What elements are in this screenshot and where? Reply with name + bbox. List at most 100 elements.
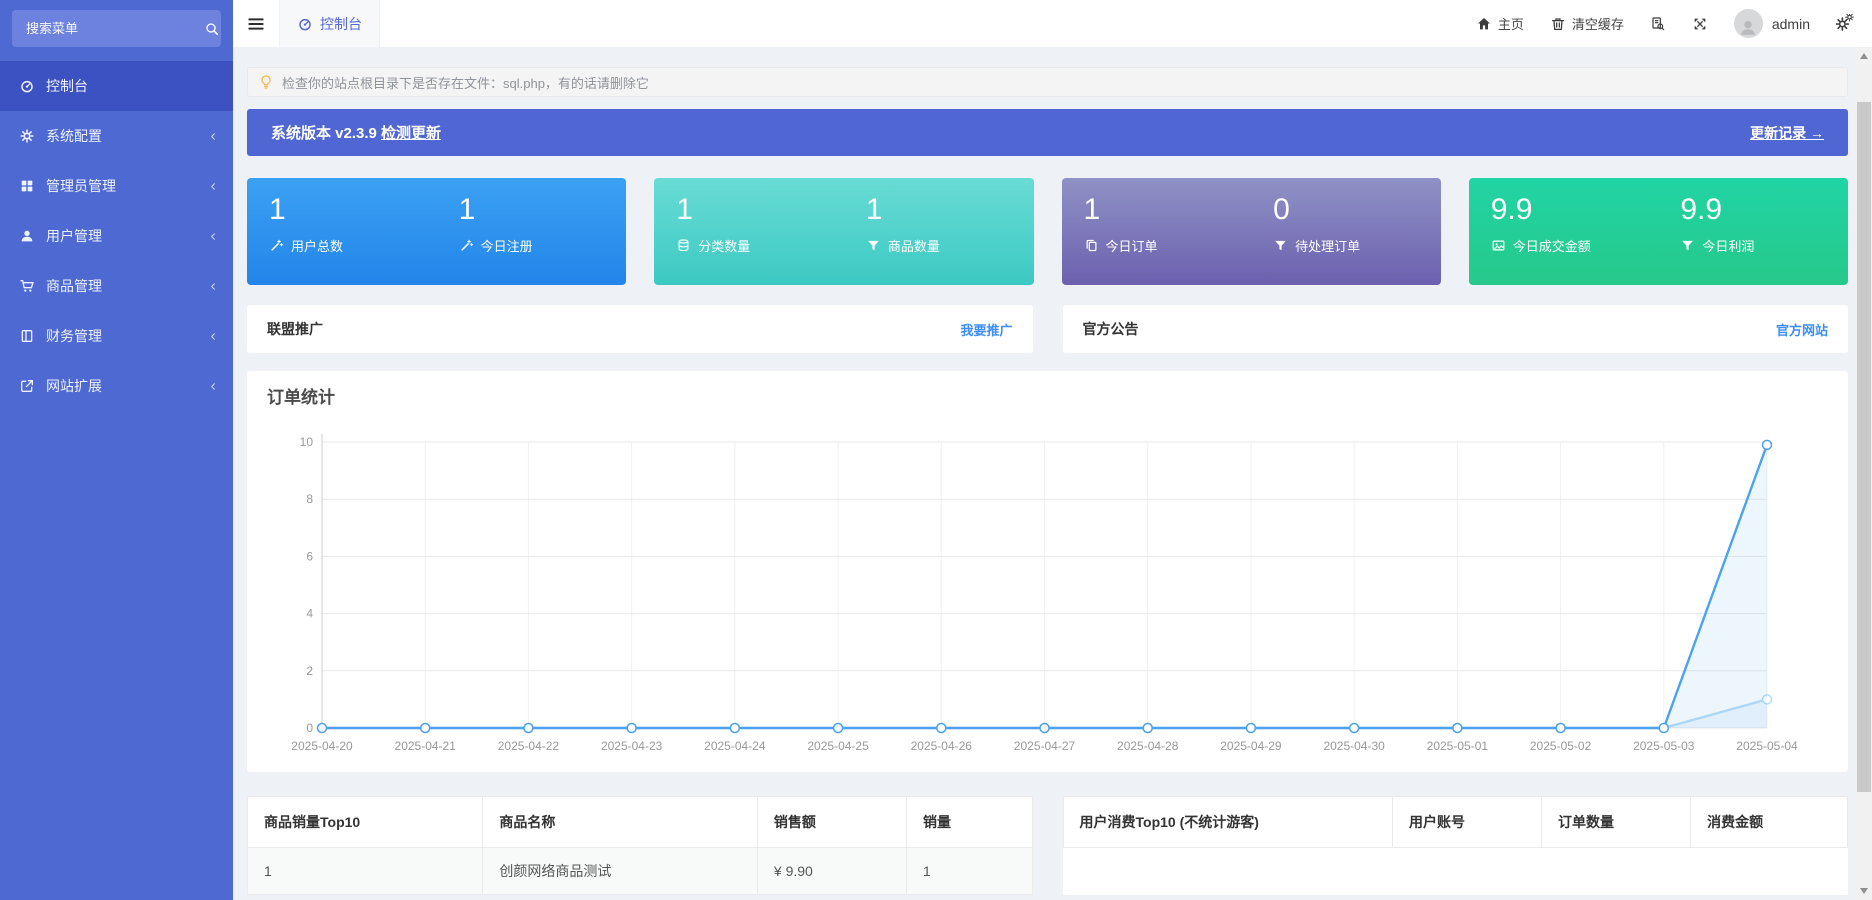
sidebar-item-label: 用户管理 xyxy=(46,226,197,246)
avatar xyxy=(1734,9,1763,38)
sidebar-item-3[interactable]: 管理员管理 xyxy=(0,161,233,211)
search-icon[interactable] xyxy=(204,21,220,37)
table-row: 1创颜网络商品测试¥ 9.901 xyxy=(248,848,1033,895)
stat-value: 1 xyxy=(459,193,627,227)
gears-icon xyxy=(19,128,35,144)
trash-icon xyxy=(1550,16,1566,32)
user-name: admin xyxy=(1772,16,1810,32)
svg-text:2025-05-04: 2025-05-04 xyxy=(1736,739,1798,753)
stat: 1 今日注册 xyxy=(437,178,627,285)
panel-title: 官方公告 xyxy=(1083,319,1139,339)
stat-label: 今日利润 xyxy=(1702,236,1754,255)
funnel-icon xyxy=(866,238,881,253)
svg-text:2025-04-26: 2025-04-26 xyxy=(911,739,973,753)
panel-title: 联盟推广 xyxy=(267,319,323,339)
update-history-link[interactable]: 更新记录 → xyxy=(1750,125,1824,141)
tab-label: 控制台 xyxy=(320,14,362,34)
check-update-link[interactable]: 检测更新 xyxy=(381,125,441,142)
stat-value: 1 xyxy=(1084,193,1252,227)
sidebar-item-2[interactable]: 系统配置 xyxy=(0,111,233,161)
home-button-label: 主页 xyxy=(1498,14,1524,33)
sidebar-item-label: 网站扩展 xyxy=(46,376,197,396)
stat-label: 今日订单 xyxy=(1106,236,1158,255)
svg-text:2: 2 xyxy=(306,664,313,678)
column-header: 用户消费Top10 (不统计游客) xyxy=(1063,797,1392,848)
svg-text:2025-05-01: 2025-05-01 xyxy=(1427,739,1489,753)
quick-panels: 联盟推广 我要推广 官方公告 官方网站 xyxy=(247,305,1848,353)
table-cell: ¥ 9.90 xyxy=(757,848,906,895)
external-link-icon xyxy=(19,378,35,394)
panel-link[interactable]: 官方网站 xyxy=(1776,320,1828,339)
user-consumption-table: 用户消费Top10 (不统计游客)用户账号订单数量消费金额 xyxy=(1063,796,1849,848)
stat-label: 分类数量 xyxy=(698,236,750,255)
topbar-actions: 主页 清空缓存 admin xyxy=(1476,0,1872,47)
tab-dashboard[interactable]: 控制台 xyxy=(279,0,380,47)
sidebar-item-6[interactable]: 财务管理 xyxy=(0,311,233,361)
version-info: 系统版本 v2.3.9 检测更新 xyxy=(271,122,441,143)
vertical-scrollbar[interactable] xyxy=(1856,47,1872,900)
svg-text:2025-04-28: 2025-04-28 xyxy=(1117,739,1179,753)
sidebar-toggle-button[interactable] xyxy=(233,0,279,47)
svg-text:2025-04-20: 2025-04-20 xyxy=(291,739,353,753)
log-button[interactable] xyxy=(1650,16,1666,32)
stat-label: 今日注册 xyxy=(481,236,533,255)
svg-text:2025-05-02: 2025-05-02 xyxy=(1530,739,1592,753)
svg-text:8: 8 xyxy=(306,492,313,506)
scroll-down-arrow[interactable] xyxy=(1856,884,1872,898)
alert-text: 检查你的站点根目录下是否存在文件：sql.php，有的话请删除它 xyxy=(282,73,649,92)
column-header: 订单数量 xyxy=(1542,797,1691,848)
stat-label: 用户总数 xyxy=(291,236,343,255)
chevron-left-icon xyxy=(208,231,219,242)
sidebar-item-7[interactable]: 网站扩展 xyxy=(0,361,233,411)
stat-value: 0 xyxy=(1273,193,1441,227)
svg-text:2025-04-23: 2025-04-23 xyxy=(601,739,663,753)
stat-value: 1 xyxy=(676,193,844,227)
sidebar-item-label: 控制台 xyxy=(46,76,219,96)
stat-card-1: 1 用户总数 1 今日注册 xyxy=(247,178,626,285)
panel-2: 官方公告 官方网站 xyxy=(1063,305,1849,353)
table-cell: 1 xyxy=(906,848,1032,895)
settings-button[interactable] xyxy=(1836,14,1856,34)
sidebar-item-1[interactable]: 控制台 xyxy=(0,61,233,111)
svg-text:2025-04-29: 2025-04-29 xyxy=(1220,739,1282,753)
stat-value: 1 xyxy=(269,193,437,227)
sidebar-menu: 控制台系统配置管理员管理用户管理商品管理财务管理网站扩展 xyxy=(0,61,233,411)
panel-link[interactable]: 我要推广 xyxy=(960,320,1012,339)
funnel-icon xyxy=(1273,238,1288,253)
chevron-left-icon xyxy=(208,281,219,292)
svg-text:2025-04-27: 2025-04-27 xyxy=(1014,739,1076,753)
version-banner: 系统版本 v2.3.9 检测更新 更新记录 → xyxy=(247,109,1848,156)
clear-cache-button[interactable]: 清空缓存 xyxy=(1550,14,1624,33)
column-header: 消费金额 xyxy=(1691,797,1848,848)
stat-card-4: 9.9今日成交金额9.9今日利润 xyxy=(1469,178,1848,285)
home-icon xyxy=(1476,16,1492,32)
stat-value: 9.9 xyxy=(1491,193,1659,227)
chevron-left-icon xyxy=(208,181,219,192)
stat: 0待处理订单 xyxy=(1251,178,1441,285)
sidebar-item-4[interactable]: 用户管理 xyxy=(0,211,233,261)
wand-icon xyxy=(269,238,284,253)
stat-label: 商品数量 xyxy=(888,236,940,255)
stat: 1 用户总数 xyxy=(247,178,437,285)
home-button[interactable]: 主页 xyxy=(1476,14,1524,33)
chart-title: 订单统计 xyxy=(267,385,1828,411)
sidebar-item-5[interactable]: 商品管理 xyxy=(0,261,233,311)
scroll-up-arrow[interactable] xyxy=(1856,49,1872,63)
wand-icon xyxy=(459,238,474,253)
stat: 1 今日订单 xyxy=(1062,178,1252,285)
search-input[interactable] xyxy=(24,20,204,37)
order-stats-card: 订单统计 02468102025-04-202025-04-212025-04-… xyxy=(247,371,1848,772)
user-menu[interactable]: admin xyxy=(1734,9,1810,38)
column-header: 销量 xyxy=(906,797,1032,848)
order-stats-chart: 02468102025-04-202025-04-212025-04-22202… xyxy=(267,417,1828,762)
stat: 9.9今日利润 xyxy=(1658,178,1848,285)
clear-cache-button-label: 清空缓存 xyxy=(1572,14,1624,33)
svg-text:6: 6 xyxy=(306,549,313,563)
sidebar: 控制台系统配置管理员管理用户管理商品管理财务管理网站扩展 xyxy=(0,0,233,900)
svg-text:2025-04-21: 2025-04-21 xyxy=(395,739,457,753)
fullscreen-button[interactable] xyxy=(1692,16,1708,32)
grid-icon xyxy=(19,178,35,194)
scrollbar-thumb[interactable] xyxy=(1857,102,1871,792)
table-card-1: 商品销量Top10商品名称销售额销量1创颜网络商品测试¥ 9.901 xyxy=(247,796,1033,895)
column-header: 商品名称 xyxy=(483,797,758,848)
